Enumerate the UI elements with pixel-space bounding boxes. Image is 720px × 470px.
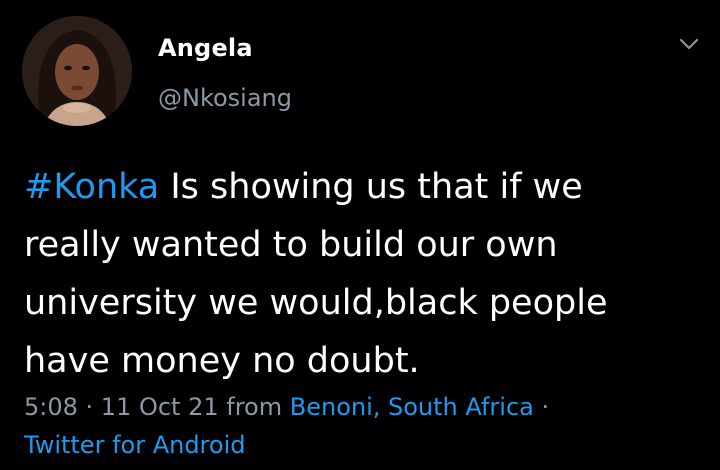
tweet-line-3: university we would,black people [24,283,608,323]
tweet-text: #Konka Is showing us that if we really w… [24,158,714,390]
hashtag-link[interactable]: #Konka [24,167,159,207]
tweet-line-2: really wanted to build our own [24,225,558,265]
chevron-down-icon[interactable] [676,34,702,54]
source-link[interactable]: Twitter for Android [24,426,549,464]
meta-row-1: 5:08 · 11 Oct 21 from Benoni, South Afri… [24,388,549,426]
tweet-meta: 5:08 · 11 Oct 21 from Benoni, South Afri… [24,388,549,464]
tweet-card: Angela @Nkosiang #Konka Is showing us th… [0,0,720,470]
tweet-time[interactable]: 5:08 [24,393,78,421]
tweet-line-4: have money no doubt. [24,341,420,381]
avatar[interactable] [22,16,132,126]
meta-trailing-dot: · [533,393,550,421]
tweet-line-1-text: Is showing us that if we [159,167,583,207]
display-name[interactable]: Angela [158,34,253,62]
user-avatar-photo-icon [22,16,132,126]
tweet-date[interactable]: 11 Oct 21 [101,393,219,421]
from-word: from [218,393,290,421]
user-handle[interactable]: @Nkosiang [158,84,292,112]
tweet-line-1: #Konka Is showing us that if we [24,158,714,216]
meta-separator: · [77,393,101,421]
location-link[interactable]: Benoni, South Africa [290,393,534,421]
